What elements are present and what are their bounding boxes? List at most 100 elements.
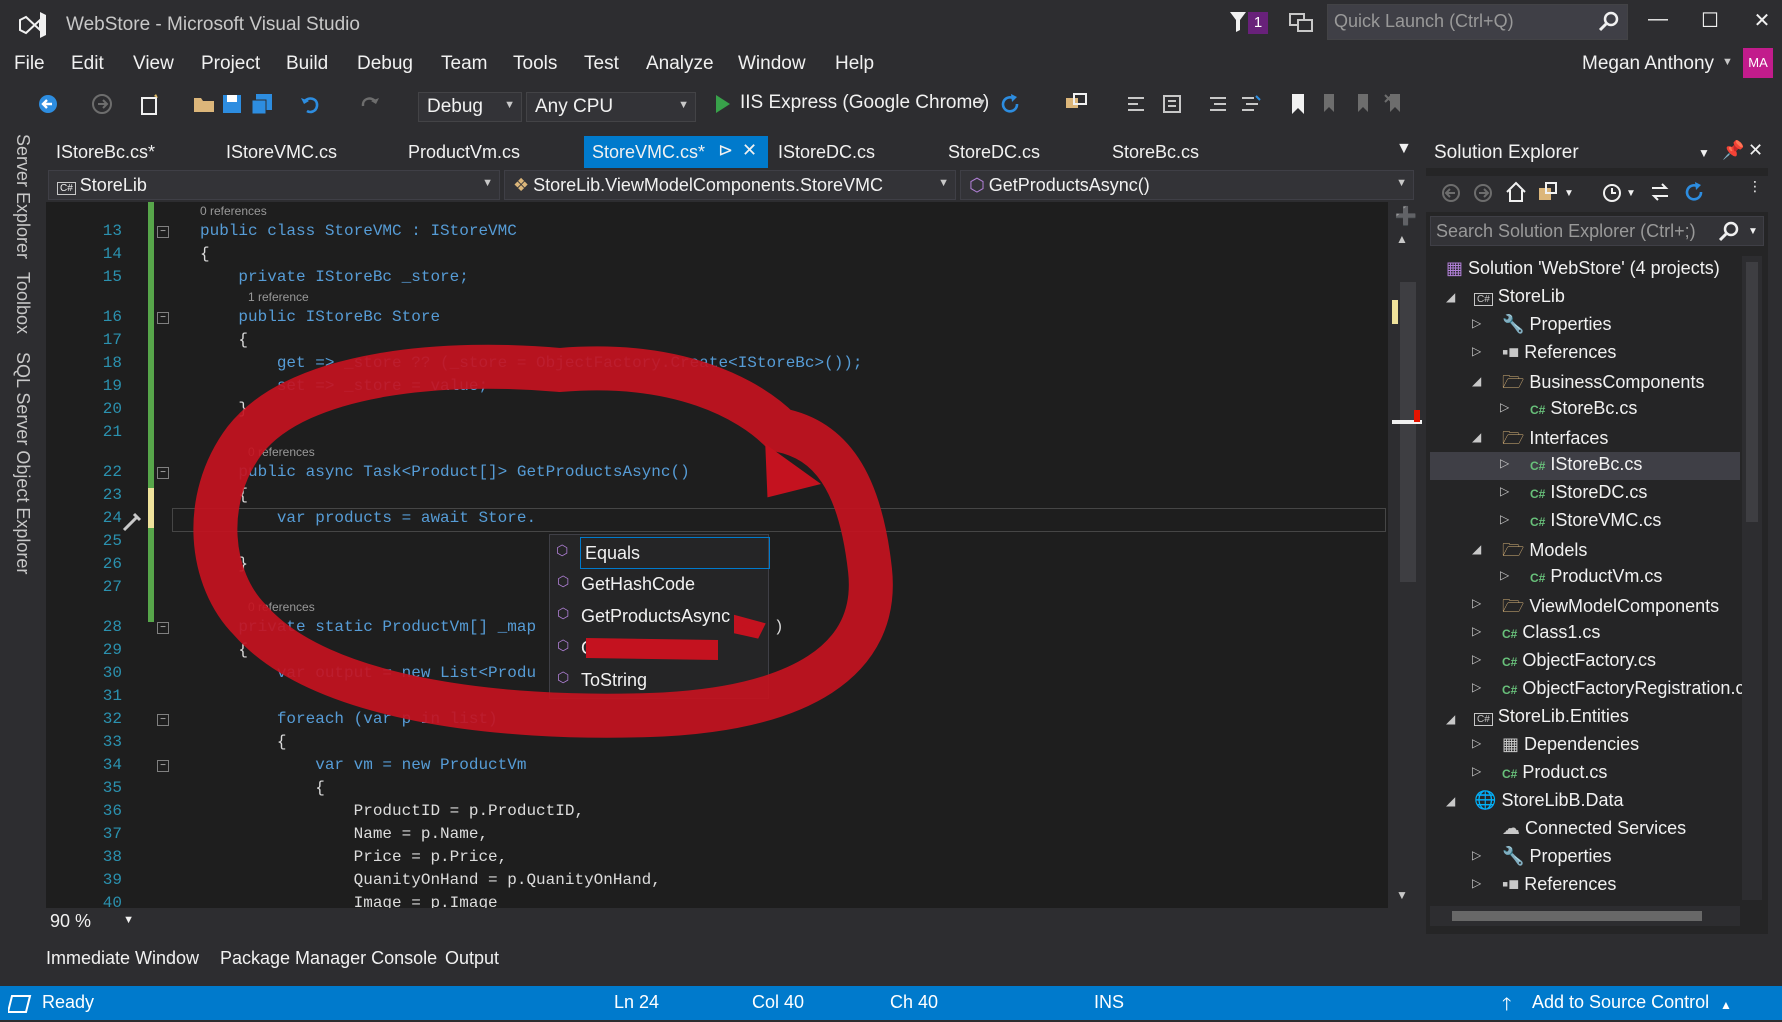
add-to-source-control-button[interactable]: Add to Source Control	[1532, 992, 1709, 1013]
tab-storevmc[interactable]: StoreVMC.cs* ⊳ ✕	[584, 136, 768, 168]
back-icon[interactable]	[1440, 182, 1462, 204]
completion-item[interactable]: ⬡ GetProductsAsync	[549, 601, 769, 633]
refresh-icon[interactable]	[1682, 180, 1706, 204]
prev-bookmark-icon[interactable]	[1318, 92, 1342, 116]
run-target-caret-icon[interactable]: ▼	[976, 97, 987, 109]
editor-horizontal-scrollbar[interactable]	[140, 908, 1390, 934]
collapse-region-icon[interactable]: −	[157, 622, 169, 634]
search-icon[interactable]	[1718, 220, 1740, 242]
tab-istoredc[interactable]: IStoreDC.cs	[770, 136, 883, 168]
collapsed-arrow-icon[interactable]: ▷	[1472, 680, 1481, 694]
collapsed-arrow-icon[interactable]: ▷	[1500, 484, 1509, 498]
undo-icon[interactable]	[298, 92, 322, 116]
more-options-icon[interactable]: ⋮	[1748, 178, 1762, 195]
save-icon[interactable]	[220, 92, 244, 116]
tree-item-folder-viewmodelcomponents[interactable]: 🗁 ViewModelComponents	[1502, 594, 1719, 624]
chevron-down-icon[interactable]: ▼	[1564, 188, 1574, 199]
codelens-references[interactable]: 0 references	[248, 445, 315, 459]
menu-analyze[interactable]: Analyze	[646, 53, 714, 75]
pin-icon[interactable]: ⊳	[718, 140, 733, 161]
tree-item-product[interactable]: C# Product.cs	[1502, 762, 1607, 783]
menu-build[interactable]: Build	[286, 53, 328, 75]
menu-view[interactable]: View	[133, 53, 174, 75]
notification-badge[interactable]: 1	[1248, 12, 1268, 34]
tab-productvm[interactable]: ProductVm.cs	[400, 136, 528, 168]
tree-item-connected-services[interactable]: ☁ Connected Services	[1502, 818, 1686, 839]
redo-icon[interactable]	[358, 92, 382, 116]
collapsed-arrow-icon[interactable]: ▷	[1472, 344, 1481, 358]
collapsed-arrow-icon[interactable]: ▷	[1472, 848, 1481, 862]
pending-changes-filter-icon[interactable]	[1600, 180, 1624, 204]
forward-icon[interactable]	[90, 92, 114, 116]
tab-istorevmc[interactable]: IStoreVMC.cs	[218, 136, 345, 168]
server-explorer-tab[interactable]: Server Explorer	[12, 134, 33, 259]
user-name[interactable]: Megan Anthony	[1582, 53, 1714, 75]
play-icon[interactable]	[710, 92, 734, 116]
new-project-icon[interactable]	[138, 92, 162, 116]
expanded-arrow-icon[interactable]: ◢	[1446, 712, 1455, 726]
menu-window[interactable]: Window	[738, 53, 806, 75]
tree-item-solution[interactable]: ▦ Solution 'WebStore' (4 projects)	[1446, 258, 1720, 279]
collapse-region-icon[interactable]: −	[157, 226, 169, 238]
tree-item-references-2[interactable]: ▪■ References	[1502, 874, 1616, 895]
bookmark-icon[interactable]	[1286, 92, 1310, 116]
menu-test[interactable]: Test	[584, 53, 619, 75]
tree-item-folder-businesscomponents[interactable]: 🗁 BusinessComponents	[1502, 370, 1704, 400]
tab-storebc[interactable]: StoreBc.cs	[1104, 136, 1207, 168]
tab-storedc[interactable]: StoreDC.cs	[940, 136, 1048, 168]
tree-item-project-storelibb-data[interactable]: 🌐 StoreLibB.Data	[1474, 790, 1624, 811]
tree-item-objectfactoryregistration[interactable]: C# ObjectFactoryRegistration.cs	[1502, 678, 1746, 699]
collapse-region-icon[interactable]: −	[157, 467, 169, 479]
tree-item-properties[interactable]: 🔧 Properties	[1502, 314, 1611, 335]
collapsed-arrow-icon[interactable]: ▷	[1472, 876, 1481, 890]
codelens-references[interactable]: 0 references	[200, 204, 267, 218]
chevron-up-icon[interactable]: ▲	[1720, 998, 1732, 1012]
close-window-button[interactable]: ✕	[1744, 8, 1780, 36]
collapsed-arrow-icon[interactable]: ▷	[1472, 652, 1481, 666]
toolbox-tab[interactable]: Toolbox	[12, 272, 33, 334]
clear-bookmarks-icon[interactable]	[1382, 92, 1406, 116]
quick-actions-icon[interactable]	[120, 508, 146, 534]
expanded-arrow-icon[interactable]: ◢	[1472, 542, 1481, 556]
menu-help[interactable]: Help	[835, 53, 874, 75]
immediate-window-tab[interactable]: Immediate Window	[46, 948, 199, 969]
switch-views-icon[interactable]	[1536, 180, 1560, 204]
next-bookmark-icon[interactable]	[1350, 92, 1374, 116]
member-dropdown[interactable]: ⬡ GetProductsAsync() ▼	[960, 170, 1414, 200]
search-icon[interactable]	[1598, 10, 1620, 32]
menu-tools[interactable]: Tools	[513, 53, 557, 75]
uncomment-lines-icon[interactable]	[1238, 92, 1262, 116]
codelens-references[interactable]: 0 references	[248, 600, 315, 614]
collapse-region-icon[interactable]: −	[157, 312, 169, 324]
zoom-dropdown[interactable]: 90 % ▼	[46, 908, 140, 934]
minimize-button[interactable]: —	[1640, 8, 1676, 36]
avatar[interactable]: MA	[1743, 48, 1773, 78]
collapsed-arrow-icon[interactable]: ▷	[1472, 316, 1481, 330]
tree-item-properties-2[interactable]: 🔧 Properties	[1502, 846, 1611, 867]
comment-lines-icon[interactable]	[1206, 92, 1230, 116]
collapsed-arrow-icon[interactable]: ▷	[1500, 512, 1509, 526]
codelens-references[interactable]: 1 reference	[248, 290, 309, 304]
split-editor-icon[interactable]: ➕	[1393, 206, 1419, 226]
menu-project[interactable]: Project	[201, 53, 260, 75]
tab-istorebc[interactable]: IStoreBc.cs*	[48, 136, 163, 168]
output-tab[interactable]: Output	[445, 948, 499, 969]
save-all-icon[interactable]	[250, 92, 274, 116]
collapse-region-icon[interactable]: −	[157, 760, 169, 772]
expanded-arrow-icon[interactable]: ◢	[1472, 374, 1481, 388]
configuration-dropdown[interactable]: Debug ▼	[418, 92, 522, 122]
menu-team[interactable]: Team	[441, 53, 487, 75]
tree-item-folder-models[interactable]: 🗁 Models	[1502, 538, 1587, 568]
source-control-upload-icon[interactable]: 🡑	[1502, 992, 1511, 1022]
home-icon[interactable]	[1504, 180, 1528, 204]
feedback-icon[interactable]	[1288, 10, 1314, 36]
menu-debug[interactable]: Debug	[357, 53, 413, 75]
tree-item-dependencies[interactable]: ▦ Dependencies	[1502, 734, 1639, 755]
tree-item-productvm[interactable]: C# ProductVm.cs	[1530, 566, 1662, 587]
expanded-arrow-icon[interactable]: ◢	[1446, 794, 1455, 808]
scroll-down-icon[interactable]: ▼	[1396, 888, 1408, 902]
user-caret-icon[interactable]: ▼	[1722, 56, 1733, 68]
scroll-thumb[interactable]	[1452, 911, 1702, 921]
completion-item[interactable]: ⬡ GetHashCode	[549, 569, 769, 601]
close-tab-icon[interactable]: ✕	[742, 140, 757, 161]
